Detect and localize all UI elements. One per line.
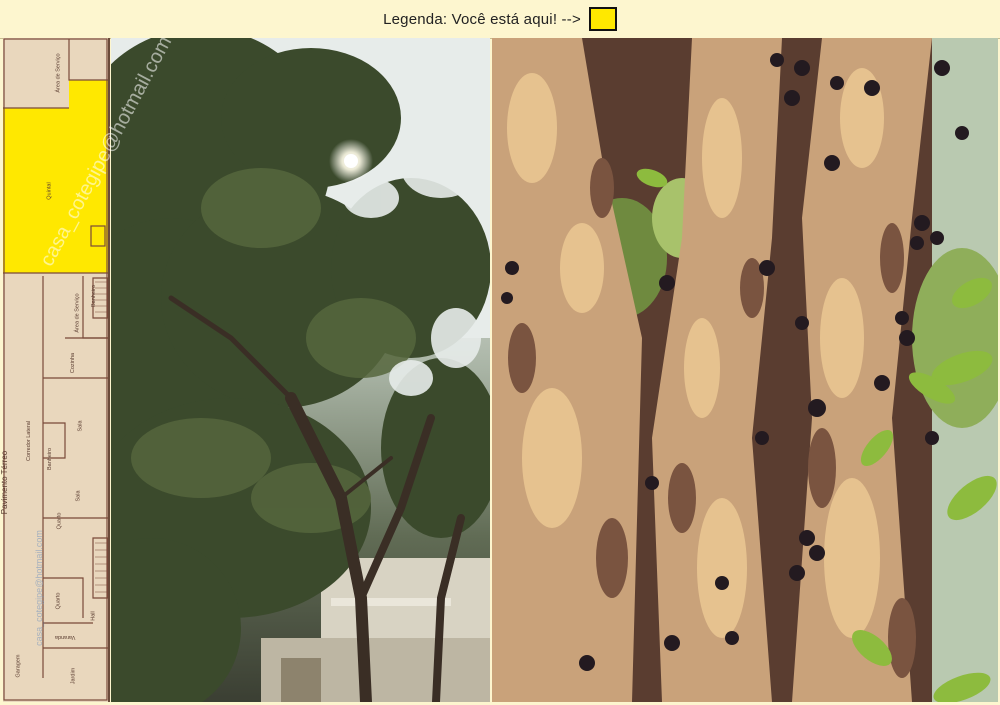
legend-bar: Legenda: Você está aqui! -->: [0, 0, 1000, 39]
label-garagem: Garagem: [15, 654, 22, 678]
label-pavimento: Pavimento Térreo: [0, 450, 10, 515]
label-sala-1: Sala: [77, 420, 84, 432]
label-quarto-1: Quarto: [56, 512, 63, 530]
label-area-servico-top: Área de Serviço: [55, 53, 62, 93]
legend-text: Legenda: Você está aqui! -->: [383, 10, 581, 28]
label-varanda: Varanda: [55, 634, 76, 640]
label-sala-2: Sala: [75, 490, 82, 502]
tree-canopy-photo: [111, 38, 490, 702]
label-quintal: Quintal: [46, 182, 53, 200]
label-area-servico: Área de Serviço: [74, 293, 81, 333]
label-banheiro: Banheiro: [47, 447, 54, 471]
you-are-here-zone: [3, 80, 108, 273]
floor-plan: Área de Serviço Quintal Banheiro Área de…: [0, 38, 110, 702]
label-hall: Hall: [90, 611, 97, 621]
label-cozinha: Cozinha: [70, 352, 77, 374]
label-corredor: Corredor Lateral: [26, 420, 33, 462]
jabuticaba-trunk-photo: [492, 38, 998, 702]
legend-swatch: [588, 7, 617, 31]
label-banheiro-top: Banheiro: [91, 284, 98, 308]
floorplan-watermark: casa_cotegipe@hotmail.com: [33, 530, 44, 646]
label-quarto-2: Quarto: [55, 592, 62, 610]
label-jardim: Jardim: [70, 667, 77, 685]
